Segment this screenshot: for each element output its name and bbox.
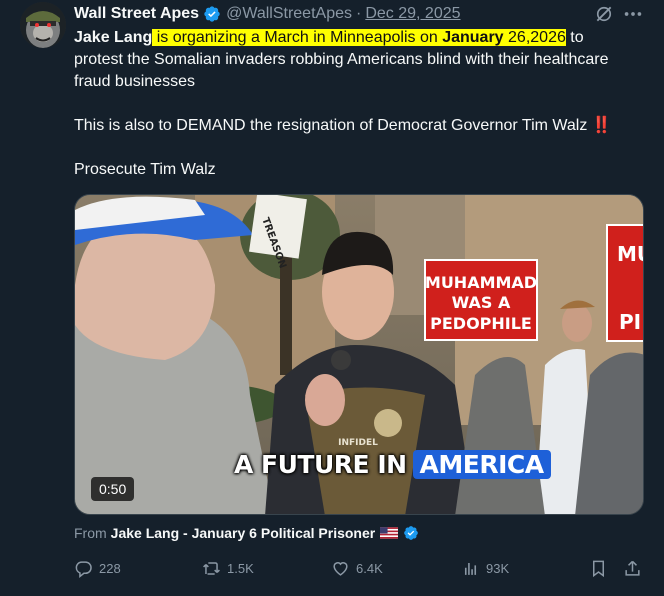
more-icon[interactable] — [622, 4, 644, 24]
tweet-text: Jake Lang is organizing a March in Minne… — [74, 27, 634, 181]
bookmark-button[interactable] — [589, 557, 614, 579]
highlighted-date: 26,2026 — [503, 29, 566, 46]
like-count: 6.4K — [356, 560, 383, 576]
repost-count: 1.5K — [227, 560, 254, 576]
like-icon — [333, 561, 348, 576]
demand-text: This is also to DEMAND the resignation o… — [74, 117, 592, 134]
highlighted-text: is organizing a March in Minneapolis on — [152, 29, 443, 46]
reply-icon — [75, 560, 92, 578]
views-button[interactable]: 93K — [461, 557, 509, 579]
sign-text-2: WAS A — [452, 293, 511, 312]
bookmark-icon — [592, 560, 605, 577]
sign-right-text: MU — [617, 242, 644, 266]
video-source: From Jake Lang - January 6 Political Pri… — [74, 523, 419, 543]
views-count: 93K — [486, 560, 510, 576]
avatar[interactable] — [20, 2, 66, 48]
video-caption: A FUTURE IN AMERICA — [228, 447, 551, 481]
share-button[interactable] — [623, 557, 648, 579]
verified-badge-icon — [204, 6, 220, 22]
mention-text: Jake Lang — [74, 29, 153, 46]
separator-dot: · — [356, 5, 362, 22]
tweet-date[interactable]: Dec 29, 2025 — [365, 5, 460, 23]
like-button[interactable]: 6.4K — [331, 557, 383, 579]
author-handle[interactable]: @WallStreetApes — [226, 5, 352, 23]
repost-icon — [203, 561, 220, 575]
author-name[interactable]: Wall Street Apes — [74, 5, 199, 23]
video-player[interactable]: INFIDEL MUHAMMAD WAS A PEDOPHILE MU PI T… — [74, 194, 644, 515]
sign-text-3: PEDOPHILE — [430, 314, 532, 333]
share-icon — [625, 560, 640, 576]
grok-icon[interactable] — [594, 4, 614, 24]
repost-button[interactable]: 1.5K — [202, 557, 254, 579]
ape-avatar-image — [20, 2, 66, 48]
tweet[interactable]: Wall Street Apes @WallStreetApes · Dec 2… — [0, 0, 664, 596]
double-exclamation-emoji: ‼️ — [591, 117, 612, 134]
highlighted-date-bold: January — [442, 29, 504, 46]
tweet-paragraph-2: This is also to DEMAND the resignation o… — [74, 115, 634, 137]
reply-button[interactable]: 228 — [74, 557, 121, 579]
source-account-link[interactable]: Jake Lang - January 6 Political Prisoner — [111, 525, 376, 541]
source-verified-badge-icon — [404, 526, 419, 540]
caption-part-2: AMERICA — [412, 449, 551, 479]
video-duration: 0:50 — [91, 477, 135, 501]
tweet-paragraph-3: Prosecute Tim Walz — [74, 161, 216, 178]
sign-right-text-2: PI — [619, 310, 641, 334]
from-label: From — [74, 525, 107, 541]
us-flag-icon — [380, 527, 399, 539]
sign-text-1: MUHAMMAD — [425, 273, 537, 292]
tweet-header: Wall Street Apes @WallStreetApes · Dec 2… — [74, 3, 461, 25]
reply-count: 228 — [99, 560, 121, 576]
views-icon — [464, 562, 477, 575]
tweet-paragraph-1: Jake Lang is organizing a March in Minne… — [74, 27, 634, 93]
caption-part-1: A FUTURE IN — [234, 449, 407, 479]
